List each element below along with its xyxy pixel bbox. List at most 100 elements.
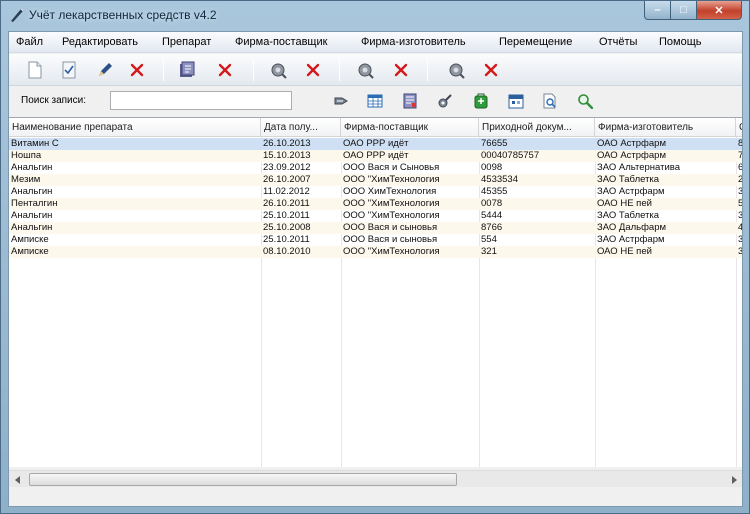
cell-manufacturer: ОАО Астрфарм: [597, 138, 666, 149]
table-row[interactable]: Ношпа 15.10.2013 ОАО РРР идёт 00040785757 ОА…: [9, 150, 742, 162]
cell-drug-name: Ношпа: [11, 150, 42, 161]
cell-drug-name: Анальгин: [11, 222, 53, 233]
cell-drug-name: Анальгин: [11, 186, 53, 197]
delete-icon: [484, 63, 498, 77]
table-row[interactable]: Анальгин 25.10.2011 ООО "ХимТехнология 5444…: [9, 210, 742, 222]
edit-record-button[interactable]: [57, 58, 81, 82]
menu-edit[interactable]: Редактировать: [62, 36, 138, 48]
calendar-button[interactable]: [506, 91, 526, 111]
close-button[interactable]: ✕: [696, 1, 742, 20]
cell-truncated: 5(: [736, 198, 742, 210]
menu-manufacturer[interactable]: Фирма-изготовитель: [361, 36, 466, 48]
manufacturer-icon: [358, 63, 374, 79]
menu-file[interactable]: Файл: [16, 36, 43, 48]
new-document-icon: [28, 61, 42, 79]
cell-invoice: 5444: [481, 210, 503, 221]
search-toolbar: Поиск записи:: [9, 87, 742, 115]
cell-receipt-date: 15.10.2013: [263, 150, 311, 161]
table-header: Наименование препарата Дата полу... Фирм…: [9, 118, 742, 137]
status-bar: [9, 489, 742, 506]
menu-drug[interactable]: Препарат: [162, 36, 211, 48]
cell-receipt-date: 25.10.2011: [263, 210, 310, 221]
cell-supplier: ООО "ХимТехнология: [343, 246, 440, 257]
table-row[interactable]: Анальгин 23.09.2012 ООО Вася и Сыновья 0098…: [9, 162, 742, 174]
cell-invoice: 0078: [481, 198, 503, 209]
menu-movement[interactable]: Перемещение: [499, 36, 572, 48]
feather-pen-icon: [11, 8, 24, 22]
cell-drug-name: Пенталгин: [11, 198, 58, 209]
menu-help[interactable]: Помощь: [659, 36, 702, 48]
drug-button[interactable]: [175, 58, 199, 82]
client-area: Файл Редактировать Препарат Фирма-постав…: [8, 31, 743, 507]
print-preview-button[interactable]: [540, 91, 560, 111]
cell-invoice: 4533534: [481, 174, 518, 185]
column-header-invoice[interactable]: Приходной докум...: [479, 118, 595, 137]
maximize-button[interactable]: □: [670, 1, 697, 20]
table-row[interactable]: Мезим 26.10.2007 ООО "ХимТехнология 4533534…: [9, 174, 742, 186]
supplier-button[interactable]: [267, 58, 291, 82]
table-row[interactable]: Амписке 25.10.2011 ООО Вася и сыновья 554 ЗА…: [9, 234, 742, 246]
movement-button[interactable]: [445, 58, 469, 82]
tools-button[interactable]: [435, 91, 455, 111]
cell-invoice: 45355: [481, 186, 508, 197]
column-header-supplier[interactable]: Фирма-поставщик: [341, 118, 479, 137]
pencil-icon: [99, 63, 112, 76]
manufacturer-button[interactable]: [354, 58, 378, 82]
cell-supplier: ООО Вася и сыновья: [343, 222, 438, 233]
table-row[interactable]: Анальгин 25.10.2008 ООО Вася и сыновья 8766…: [9, 222, 742, 234]
cell-truncated: 8(: [736, 138, 742, 150]
table-row[interactable]: Витамин С 26.10.2013 ОАО РРР идёт 76655 ОАО …: [9, 138, 742, 150]
column-header-receipt-date[interactable]: Дата полу...: [261, 118, 341, 137]
table-button[interactable]: [365, 91, 385, 111]
modify-button[interactable]: [93, 58, 117, 82]
column-header-drug-name[interactable]: Наименование препарата: [9, 118, 261, 137]
cell-manufacturer: ЗАО Астрфарм: [597, 234, 665, 245]
delete-icon: [218, 63, 232, 77]
title-bar[interactable]: Учёт лекарственных средств v4.2 – □ ✕: [1, 1, 749, 31]
scroll-left-button[interactable]: [9, 471, 26, 488]
delete-icon: [306, 63, 320, 77]
filter-button[interactable]: [331, 91, 351, 111]
cell-supplier: ООО ХимТехнология: [343, 186, 437, 197]
report-button[interactable]: [400, 91, 420, 111]
delete-supplier-button[interactable]: [301, 58, 325, 82]
table-row[interactable]: Пенталгин 26.10.2011 ООО "ХимТехнология 007…: [9, 198, 742, 210]
table-row[interactable]: Амписке 08.10.2010 ООО "ХимТехнология 321 ОА…: [9, 246, 742, 258]
scrollbar-thumb[interactable]: [29, 473, 457, 486]
table-row[interactable]: Анальгин 11.02.2012 ООО ХимТехнология 45355…: [9, 186, 742, 198]
minimize-button[interactable]: –: [644, 1, 671, 20]
delete-drug-button[interactable]: [213, 58, 237, 82]
search-label: Поиск записи:: [21, 95, 86, 106]
table-icon: [367, 94, 383, 108]
search-button[interactable]: [575, 91, 595, 111]
cell-truncated: 3(: [736, 186, 742, 198]
toolbar-separator: [427, 59, 428, 81]
scroll-right-button[interactable]: [725, 471, 742, 488]
horizontal-scrollbar[interactable]: [9, 470, 742, 487]
cell-truncated: 2(: [736, 174, 742, 186]
menu-supplier[interactable]: Фирма-поставщик: [235, 36, 327, 48]
drugs-table[interactable]: Наименование препарата Дата полу... Фирм…: [9, 117, 742, 467]
toolbar-separator: [163, 59, 164, 81]
cell-manufacturer: ЗАО Таблетка: [597, 210, 660, 221]
column-header-truncated[interactable]: С: [736, 118, 742, 137]
cell-invoice: 0098: [481, 162, 503, 173]
cell-drug-name: Анальгин: [11, 162, 53, 173]
column-header-manufacturer[interactable]: Фирма-изготовитель: [595, 118, 736, 137]
delete-manufacturer-button[interactable]: [389, 58, 413, 82]
cell-receipt-date: 25.10.2008: [263, 222, 311, 233]
cell-manufacturer: ОАО НЕ пей: [597, 198, 652, 209]
search-input[interactable]: [110, 91, 292, 110]
cell-manufacturer: ОАО НЕ пей: [597, 246, 652, 257]
export-button[interactable]: [471, 91, 491, 111]
app-window: Учёт лекарственных средств v4.2 – □ ✕ Фа…: [0, 0, 750, 514]
cell-manufacturer: ЗАО Таблетка: [597, 174, 660, 185]
main-toolbar: [9, 54, 742, 86]
cell-receipt-date: 26.10.2007: [263, 174, 311, 185]
cell-supplier: ООО "ХимТехнология: [343, 198, 440, 209]
cell-receipt-date: 23.09.2012: [263, 162, 311, 173]
delete-movement-button[interactable]: [479, 58, 503, 82]
new-record-button[interactable]: [23, 58, 47, 82]
delete-record-button[interactable]: [125, 58, 149, 82]
menu-reports[interactable]: Отчёты: [599, 36, 637, 48]
